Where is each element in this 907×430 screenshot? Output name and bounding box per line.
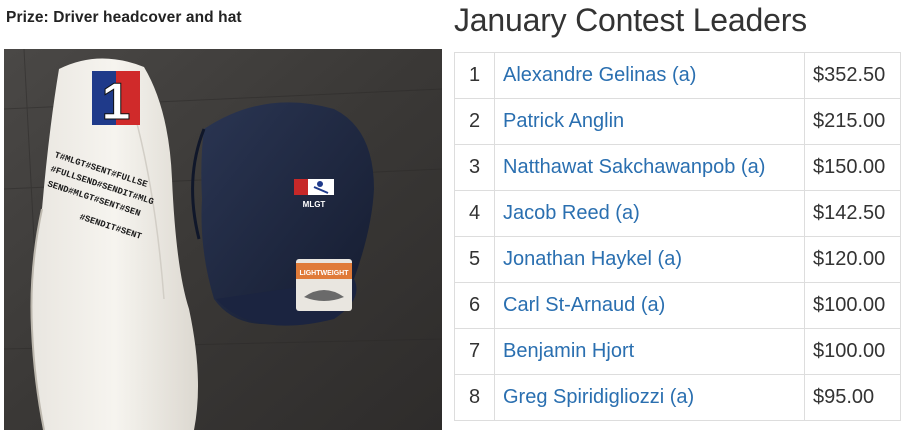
table-row: 7 Benjamin Hjort $100.00: [454, 328, 901, 375]
amount-cell: $215.00: [804, 98, 901, 145]
rank-cell: 4: [454, 190, 495, 237]
name-cell: Jacob Reed (a): [494, 190, 805, 237]
player-link[interactable]: Benjamin Hjort: [503, 340, 634, 362]
rank-cell: 7: [454, 328, 495, 375]
table-row: 3 Natthawat Sakchawanpob (a) $150.00: [454, 144, 901, 191]
player-link[interactable]: Carl St-Arnaud (a): [503, 294, 665, 316]
hat-image: MLGT LIGHTWEIGHT: [191, 102, 374, 326]
amount-cell: $95.00: [804, 374, 901, 421]
name-cell: Jonathan Haykel (a): [494, 236, 805, 283]
player-link[interactable]: Natthawat Sakchawanpob (a): [503, 156, 765, 178]
headcover-number: 1: [102, 73, 131, 131]
name-cell: Benjamin Hjort: [494, 328, 805, 375]
amount-cell: $100.00: [804, 282, 901, 329]
player-link[interactable]: Jonathan Haykel (a): [503, 248, 682, 270]
name-cell: Greg Spiridigliozzi (a): [494, 374, 805, 421]
amount-cell: $150.00: [804, 144, 901, 191]
name-cell: Natthawat Sakchawanpob (a): [494, 144, 805, 191]
player-link[interactable]: Patrick Anglin: [503, 110, 624, 132]
table-row: 2 Patrick Anglin $215.00: [454, 98, 901, 145]
rank-cell: 3: [454, 144, 495, 191]
rank-cell: 5: [454, 236, 495, 283]
player-link[interactable]: Alexandre Gelinas (a): [503, 64, 696, 86]
table-row: 4 Jacob Reed (a) $142.50: [454, 190, 901, 237]
hat-logo-text: MLGT: [303, 200, 326, 209]
table-row: 8 Greg Spiridigliozzi (a) $95.00: [454, 374, 901, 421]
rank-cell: 2: [454, 98, 495, 145]
table-row: 6 Carl St-Arnaud (a) $100.00: [454, 282, 901, 329]
rank-cell: 6: [454, 282, 495, 329]
player-link[interactable]: Greg Spiridigliozzi (a): [503, 386, 694, 408]
rank-cell: 8: [454, 374, 495, 421]
prize-title: Prize: Driver headcover and hat: [6, 9, 242, 26]
player-link[interactable]: Jacob Reed (a): [503, 202, 640, 224]
leaders-title: January Contest Leaders: [454, 2, 807, 38]
table-row: 5 Jonathan Haykel (a) $120.00: [454, 236, 901, 283]
amount-cell: $142.50: [804, 190, 901, 237]
amount-cell: $120.00: [804, 236, 901, 283]
prize-photo: 1 T#MLGT#SENT#FULLSE #FULLSEND#SENDIT#ML…: [4, 49, 442, 430]
hat-tag-text: LIGHTWEIGHT: [300, 270, 350, 277]
amount-cell: $100.00: [804, 328, 901, 375]
name-cell: Carl St-Arnaud (a): [494, 282, 805, 329]
name-cell: Alexandre Gelinas (a): [494, 52, 805, 99]
rank-cell: 1: [454, 52, 495, 99]
amount-cell: $352.50: [804, 52, 901, 99]
name-cell: Patrick Anglin: [494, 98, 805, 145]
leaders-table: 1 Alexandre Gelinas (a) $352.50 2 Patric…: [454, 52, 901, 421]
table-row: 1 Alexandre Gelinas (a) $352.50: [454, 52, 901, 99]
